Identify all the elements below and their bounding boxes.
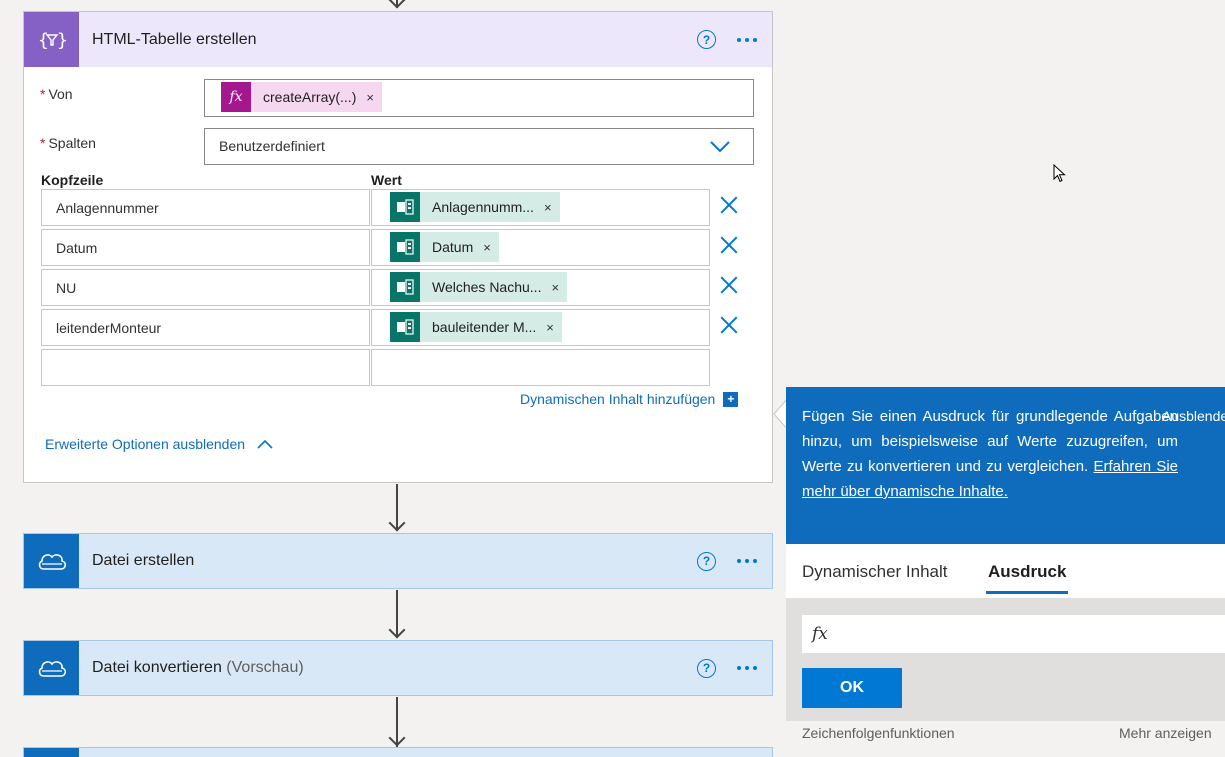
forms-token[interactable]: Welches Nachu... × bbox=[390, 272, 568, 302]
columns-select[interactable]: Benutzerdefiniert bbox=[204, 128, 754, 165]
forms-token[interactable]: Datum × bbox=[390, 232, 499, 262]
create-file-action-card[interactable]: Datei erstellen ? bbox=[23, 533, 773, 589]
convert-file-action-card[interactable]: Datei konvertieren (Vorschau) ? bbox=[23, 640, 773, 696]
mouse-cursor-icon bbox=[1053, 164, 1066, 183]
help-icon[interactable]: ? bbox=[697, 30, 716, 49]
columns-select-value: Benutzerdefiniert bbox=[219, 138, 325, 154]
value-column-title: Wert bbox=[371, 172, 402, 188]
token-label: Welches Nachu... bbox=[432, 279, 542, 295]
token-label: createArray(...) bbox=[263, 89, 357, 105]
expression-input[interactable]: fx bbox=[802, 615, 1225, 653]
columns-label: * Spalten bbox=[40, 135, 96, 151]
preview-suffix: (Vorschau) bbox=[226, 659, 304, 676]
more-options-icon[interactable] bbox=[737, 37, 757, 42]
delete-row-icon[interactable] bbox=[720, 236, 738, 254]
delete-row-icon[interactable] bbox=[720, 276, 738, 294]
ok-button[interactable]: OK bbox=[802, 668, 902, 708]
help-icon[interactable]: ? bbox=[697, 551, 716, 571]
key-cell-empty[interactable] bbox=[41, 349, 370, 386]
token-remove-icon[interactable]: × bbox=[546, 320, 554, 335]
advanced-options-label: Erweiterte Optionen ausblenden bbox=[45, 436, 246, 452]
delete-row-icon[interactable] bbox=[720, 316, 738, 334]
fx-icon: fx bbox=[221, 82, 251, 112]
forms-icon bbox=[390, 232, 420, 262]
token-label: Anlagennumm... bbox=[432, 199, 534, 215]
forms-icon bbox=[390, 192, 420, 222]
connector-2-arrow bbox=[388, 621, 406, 639]
action-title: Datei erstellen bbox=[92, 552, 195, 569]
forms-icon bbox=[390, 272, 420, 302]
advanced-options-toggle[interactable]: Erweiterte Optionen ausblenden bbox=[45, 436, 273, 452]
connector-top-arrow bbox=[388, 0, 406, 9]
action-header[interactable]: { } HTML-Tabelle erstellen ? bbox=[24, 12, 772, 67]
expression-area: fx OK Zeichenfolgenfunktionen Mehr anzei… bbox=[786, 598, 1225, 757]
key-cell[interactable]: Datum bbox=[41, 229, 370, 266]
add-dynamic-plus-icon: + bbox=[723, 391, 739, 407]
token-remove-icon[interactable]: × bbox=[366, 90, 374, 105]
chevron-up-icon bbox=[257, 439, 273, 449]
more-options-icon[interactable] bbox=[737, 559, 757, 563]
svg-text:{: { bbox=[38, 30, 49, 51]
more-options-icon[interactable] bbox=[737, 666, 757, 670]
action-title: HTML-Tabelle erstellen bbox=[92, 30, 257, 48]
delete-row-icon[interactable] bbox=[720, 196, 738, 214]
token-label: Datum bbox=[432, 239, 474, 255]
html-table-action-card: { } HTML-Tabelle erstellen ? *Von fx cre… bbox=[23, 11, 773, 483]
add-dynamic-content-label: Dynamischen Inhalt hinzufügen bbox=[520, 391, 716, 407]
next-action-card-partial[interactable] bbox=[23, 747, 773, 757]
expression-token[interactable]: fx createArray(...) × bbox=[221, 82, 382, 112]
action-title: Datei konvertieren (Vorschau) bbox=[92, 659, 304, 676]
show-more-link[interactable]: Mehr anzeigen bbox=[1119, 725, 1212, 741]
onedrive-icon bbox=[24, 534, 79, 588]
hide-panel-link[interactable]: Ausblenden bbox=[1162, 404, 1225, 429]
chevron-down-icon bbox=[710, 141, 730, 153]
function-category-row: Zeichenfolgenfunktionen Mehr anzeigen bbox=[786, 721, 1225, 757]
token-remove-icon[interactable]: × bbox=[551, 280, 559, 295]
token-remove-icon[interactable]: × bbox=[544, 200, 552, 215]
svg-text:}: } bbox=[57, 30, 66, 51]
connector-3-arrow bbox=[388, 729, 406, 747]
string-functions-label: Zeichenfolgenfunktionen bbox=[802, 725, 955, 741]
onedrive-icon bbox=[24, 641, 79, 695]
connector-1-arrow bbox=[388, 514, 406, 532]
header-column-title: Kopfzeile bbox=[41, 172, 104, 188]
token-remove-icon[interactable]: × bbox=[483, 240, 491, 255]
value-cell-empty[interactable] bbox=[371, 349, 710, 386]
tab-expression[interactable]: Ausdruck bbox=[985, 562, 1069, 594]
key-cell[interactable]: Anlagennummer bbox=[41, 189, 370, 226]
fx-icon: fx bbox=[812, 624, 828, 644]
token-label: bauleitender M... bbox=[432, 319, 537, 335]
key-cell[interactable]: NU bbox=[41, 269, 370, 306]
from-label: * Von bbox=[40, 86, 73, 102]
help-icon[interactable]: ? bbox=[697, 658, 716, 678]
dynamic-content-panel: Fügen Sie einen Ausdruck für grundlegend… bbox=[786, 387, 1225, 757]
tab-dynamic-content[interactable]: Dynamischer Inhalt bbox=[802, 562, 948, 582]
data-operation-icon: { } bbox=[24, 12, 79, 67]
key-cell[interactable]: leitenderMonteur bbox=[41, 309, 370, 346]
panel-tabs: Dynamischer Inhalt Ausdruck bbox=[786, 544, 1225, 598]
forms-token[interactable]: bauleitender M... × bbox=[390, 312, 562, 342]
forms-icon bbox=[390, 312, 420, 342]
info-banner: Fügen Sie einen Ausdruck für grundlegend… bbox=[786, 387, 1225, 544]
add-dynamic-content-link[interactable]: Dynamischen Inhalt hinzufügen + bbox=[520, 391, 739, 407]
forms-token[interactable]: Anlagennumm... × bbox=[390, 192, 560, 222]
